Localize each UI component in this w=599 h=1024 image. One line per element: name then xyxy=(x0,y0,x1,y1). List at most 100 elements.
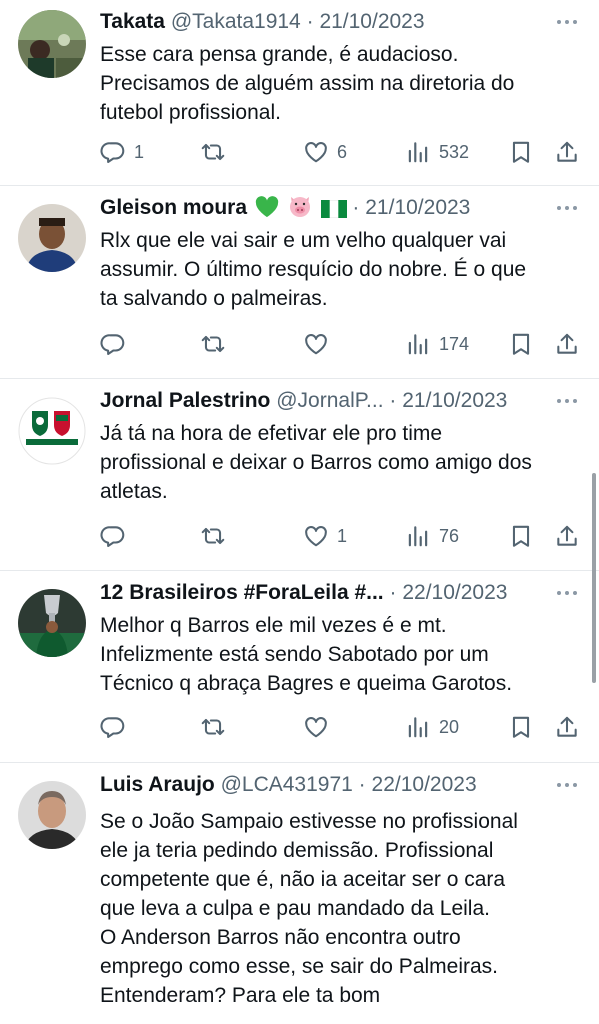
views-count: 532 xyxy=(439,141,470,162)
tweet-text-line: Entenderam? Para ele ta bom xyxy=(100,984,381,1007)
tweet-header: Luis Araujo @LCA431971 · 22/10/2023 xyxy=(100,771,551,799)
avatar[interactable] xyxy=(18,397,86,465)
tweet-header: Takata @Takata1914 · 21/10/2023 xyxy=(100,8,551,36)
tweet-text-line: Esse cara pensa grande, é audacioso. xyxy=(100,43,459,66)
like-count: 1 xyxy=(337,525,348,546)
tweet-header: 12 Brasileiros #ForaLeila #... · 22/10/2… xyxy=(100,579,551,607)
tweet-text-line: ta salvando o palmeiras. xyxy=(100,287,328,310)
tweet-date[interactable]: 21/10/2023 xyxy=(319,10,424,33)
views-icon xyxy=(405,714,431,740)
more-icon[interactable] xyxy=(555,391,579,411)
tweet-text-line: emprego como esse, se sair do Palmeiras. xyxy=(100,955,499,978)
tweet-text-line: O Anderson Barros não encontra outro xyxy=(100,926,461,949)
author-handle[interactable]: @Takata1914 xyxy=(171,10,301,33)
like-button[interactable] xyxy=(303,329,337,359)
avatar[interactable] xyxy=(18,589,86,657)
nigeria-flag-icon xyxy=(320,198,347,222)
tweet-text-line: competente que é, não ia aceitar ser o c… xyxy=(100,868,506,891)
share-icon xyxy=(554,714,580,740)
avatar[interactable] xyxy=(18,10,86,78)
tweet[interactable]: Gleison moura · 21/10/2023 Rlx que ele v… xyxy=(0,186,599,379)
avatar[interactable] xyxy=(18,781,86,849)
like-icon xyxy=(303,139,329,165)
reply-button[interactable] xyxy=(100,521,134,551)
bookmark-button[interactable] xyxy=(508,521,534,551)
separator-dot: · xyxy=(358,773,366,796)
reply-icon xyxy=(100,714,126,740)
share-button[interactable] xyxy=(554,329,580,359)
tweet-date[interactable]: 21/10/2023 xyxy=(402,389,507,412)
views-button[interactable]: 76 xyxy=(405,521,459,551)
tweet-text-line: atletas. xyxy=(100,480,168,503)
more-icon[interactable] xyxy=(555,583,579,603)
avatar[interactable] xyxy=(18,204,86,272)
share-button[interactable] xyxy=(554,712,580,742)
tweet[interactable]: Luis Araujo @LCA431971 · 22/10/2023 Se o… xyxy=(0,763,599,1024)
retweet-button[interactable] xyxy=(200,521,234,551)
views-button[interactable]: 532 xyxy=(405,137,469,167)
like-button[interactable]: 6 xyxy=(303,137,347,167)
tweet-text-line: ele ja teria pedindo demissão. Profissio… xyxy=(100,839,494,862)
tweet-actions: 1 76 xyxy=(100,521,581,551)
reply-icon xyxy=(100,139,126,165)
author-name[interactable]: Takata xyxy=(100,10,165,33)
share-icon xyxy=(554,139,580,165)
like-count: 6 xyxy=(337,141,348,162)
more-icon[interactable] xyxy=(555,775,579,795)
author-name[interactable]: 12 Brasileiros #ForaLeila #... xyxy=(100,581,384,604)
views-count: 20 xyxy=(439,716,460,737)
separator-dot: · xyxy=(389,581,397,604)
views-count: 76 xyxy=(439,525,460,546)
views-button[interactable]: 174 xyxy=(405,329,469,359)
tweet-actions: 174 xyxy=(100,329,581,359)
tweet-text-line: Precisamos de alguém assim na diretoria … xyxy=(100,72,515,95)
share-icon xyxy=(554,523,580,549)
more-icon[interactable] xyxy=(555,198,579,218)
share-button[interactable] xyxy=(554,521,580,551)
share-button[interactable] xyxy=(554,137,580,167)
views-button[interactable]: 20 xyxy=(405,712,459,742)
retweet-icon xyxy=(200,139,226,165)
tweet-text-line: profissional e deixar o Barros como amig… xyxy=(100,451,532,474)
like-button[interactable] xyxy=(303,712,337,742)
share-icon xyxy=(554,331,580,357)
like-button[interactable]: 1 xyxy=(303,521,347,551)
tweet[interactable]: 12 Brasileiros #ForaLeila #... · 22/10/2… xyxy=(0,571,599,763)
tweet[interactable]: Takata @Takata1914 · 21/10/2023 Esse car… xyxy=(0,0,599,186)
reply-icon xyxy=(100,331,126,357)
reply-button[interactable] xyxy=(100,329,134,359)
tweet-text: Melhor q Barros ele mil vezes é e mt. In… xyxy=(100,611,585,698)
bookmark-button[interactable] xyxy=(508,137,534,167)
pig-face-icon xyxy=(287,194,313,222)
reply-icon xyxy=(100,523,126,549)
retweet-button[interactable] xyxy=(200,329,234,359)
more-icon[interactable] xyxy=(555,12,579,32)
tweet-text-line: Infelizmente está sendo Sabotado por um xyxy=(100,643,489,666)
views-count: 174 xyxy=(439,333,470,354)
bookmark-button[interactable] xyxy=(508,329,534,359)
reply-count: 1 xyxy=(134,141,145,162)
like-icon xyxy=(303,331,329,357)
retweet-button[interactable] xyxy=(200,137,234,167)
tweet-date[interactable]: 22/10/2023 xyxy=(402,581,507,604)
bookmark-button[interactable] xyxy=(508,712,534,742)
author-handle[interactable]: @LCA431971 xyxy=(221,773,353,796)
tweet-date[interactable]: 21/10/2023 xyxy=(365,196,470,219)
author-name[interactable]: Luis Araujo xyxy=(100,773,215,796)
tweet-text-line: Melhor q Barros ele mil vezes é e mt. xyxy=(100,614,447,637)
retweet-button[interactable] xyxy=(200,712,234,742)
bookmark-icon xyxy=(508,714,534,740)
reply-button[interactable]: 1 xyxy=(100,137,144,167)
scrollbar[interactable] xyxy=(592,473,596,683)
tweet-date[interactable]: 22/10/2023 xyxy=(372,773,477,796)
separator-dot: · xyxy=(306,10,314,33)
views-icon xyxy=(405,523,431,549)
reply-button[interactable] xyxy=(100,712,134,742)
tweet-text: Já tá na hora de efetivar ele pro time p… xyxy=(100,419,585,506)
author-handle[interactable]: @JornalP... xyxy=(276,389,383,412)
author-name[interactable]: Gleison moura xyxy=(100,196,247,219)
like-icon xyxy=(303,523,329,549)
tweet-text-line: Rlx que ele vai sair e um velho qualquer… xyxy=(100,229,507,252)
author-name[interactable]: Jornal Palestrino xyxy=(100,389,270,412)
tweet[interactable]: Jornal Palestrino @JornalP... · 21/10/20… xyxy=(0,379,599,571)
